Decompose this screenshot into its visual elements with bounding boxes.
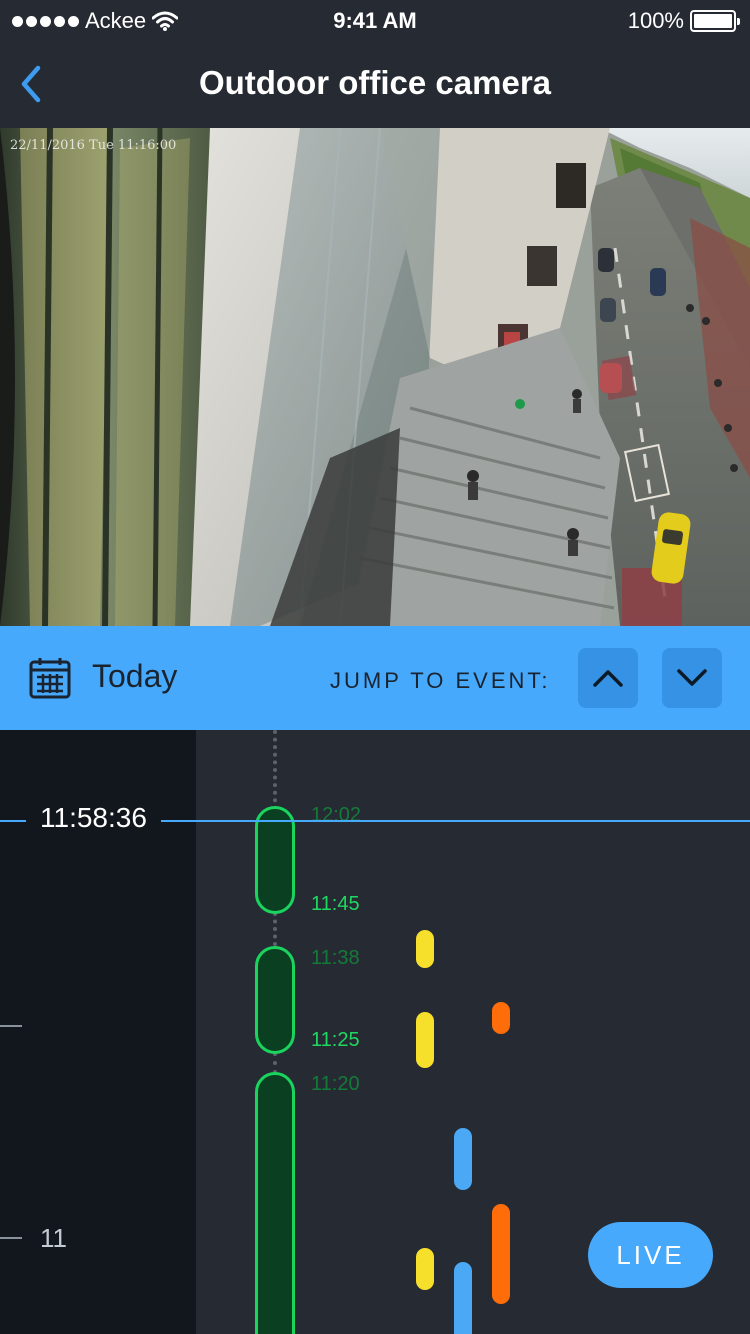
status-right: 100% <box>627 8 740 34</box>
sound-event-marker[interactable] <box>454 1128 472 1190</box>
alarm-event-marker[interactable] <box>492 1002 510 1034</box>
chevron-up-icon <box>593 670 623 687</box>
date-selector[interactable]: Today <box>92 658 177 695</box>
recording-start-label: 11:38 <box>311 947 360 969</box>
recording-segment[interactable] <box>255 946 295 1054</box>
jump-to-event-label: JUMP TO EVENT: <box>330 668 551 693</box>
sound-event-marker[interactable] <box>454 1262 472 1334</box>
camera-feed[interactable]: 22/11/2016 Tue 11:16:00 <box>0 128 750 626</box>
next-event-button[interactable] <box>662 648 722 708</box>
motion-event-marker[interactable] <box>416 930 434 968</box>
ruler-tick <box>0 1237 22 1239</box>
status-bar: Ackee 9:41 AM 100% <box>0 0 750 40</box>
ruler-tick <box>0 1025 22 1027</box>
battery-icon <box>690 10 740 32</box>
alarm-event-marker[interactable] <box>492 1204 510 1304</box>
timeline-connector <box>273 730 277 810</box>
calendar-icon[interactable] <box>28 656 72 700</box>
recording-segment[interactable] <box>255 1072 295 1334</box>
motion-event-marker[interactable] <box>416 1248 434 1290</box>
live-button[interactable]: LIVE <box>588 1222 713 1288</box>
recording-segment[interactable] <box>255 806 295 914</box>
navigation-bar: Outdoor office camera <box>0 40 750 128</box>
hour-label: 11 <box>40 1223 67 1253</box>
timeline[interactable]: 11 12:02 11:45 11:38 11:25 11:20 11:58:3… <box>0 730 750 1334</box>
recording-end-label: 11:45 <box>311 893 360 915</box>
current-time-label: 11:58:36 <box>26 802 161 834</box>
battery-percentage: 100% <box>627 8 684 33</box>
event-toolbar: Today JUMP TO EVENT: <box>0 626 750 730</box>
timeline-connector <box>273 1052 277 1074</box>
recording-start-label: 11:20 <box>311 1073 360 1095</box>
chevron-down-icon <box>677 669 707 686</box>
recording-start-label: 12:02 <box>311 804 362 826</box>
previous-event-button[interactable] <box>578 648 638 708</box>
timeline-connector <box>273 912 277 946</box>
camera-timestamp: 22/11/2016 Tue 11:16:00 <box>10 138 177 153</box>
page-title: Outdoor office camera <box>198 64 552 101</box>
camera-image <box>0 128 750 626</box>
recording-end-label: 11:25 <box>311 1029 360 1051</box>
motion-event-marker[interactable] <box>416 1012 434 1068</box>
